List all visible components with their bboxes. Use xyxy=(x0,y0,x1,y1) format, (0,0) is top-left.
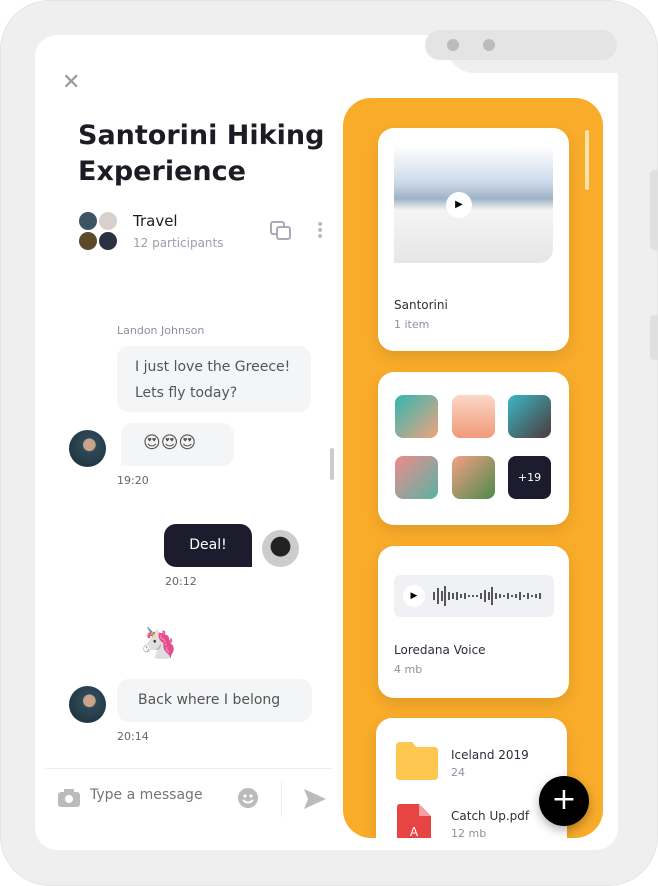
power-button xyxy=(650,315,658,360)
copy-icon[interactable] xyxy=(270,221,292,241)
unicorn-sticker: 🦄 xyxy=(140,626,178,661)
volume-button xyxy=(650,170,658,250)
audio-player[interactable]: ▶ xyxy=(394,575,554,617)
album-card[interactable]: ▶ Santorini 1 item xyxy=(378,128,569,351)
gallery-thumb[interactable] xyxy=(395,395,438,438)
voice-name: Loredana Voice xyxy=(394,643,486,657)
avatar[interactable] xyxy=(69,430,106,467)
sender-name: Landon Johnson xyxy=(117,324,205,337)
message-time: 20:12 xyxy=(165,575,197,588)
participants-count[interactable]: 12 participants xyxy=(133,236,224,250)
file-meta: 24 xyxy=(451,766,465,779)
gallery-thumb[interactable] xyxy=(452,395,495,438)
file-meta: 12 mb xyxy=(451,827,487,838)
sent-bubble: Deal! xyxy=(164,524,252,567)
message-bubble: Back where I belong xyxy=(117,679,312,722)
camera-bar xyxy=(425,30,617,60)
waveform[interactable] xyxy=(432,584,547,608)
gallery-card: +19 xyxy=(378,372,569,525)
files-card: Iceland 2019 24 A Catch Up.pdf 12 mb xyxy=(376,718,567,838)
message-input-bar xyxy=(45,768,332,828)
file-name[interactable]: Catch Up.pdf xyxy=(451,809,529,823)
pdf-icon: A xyxy=(397,804,431,838)
plus-icon: + xyxy=(551,782,577,817)
file-name[interactable]: Iceland 2019 xyxy=(451,748,529,762)
avatar[interactable] xyxy=(69,686,106,723)
panel-scrollbar[interactable] xyxy=(585,130,589,190)
camera-icon[interactable] xyxy=(58,789,80,807)
close-icon[interactable]: ✕ xyxy=(62,70,80,95)
group-name: Travel xyxy=(133,212,178,230)
chat-scrollbar[interactable] xyxy=(330,448,334,480)
message-input[interactable] xyxy=(90,787,230,803)
message-line: I just love the Greece! xyxy=(135,359,291,375)
page-title: Santorini Hiking Experience xyxy=(78,120,325,187)
message-time: 19:20 xyxy=(117,474,149,487)
more-vertical-icon[interactable]: ••• xyxy=(316,218,324,244)
folder-icon xyxy=(396,742,438,780)
message-time: 20:14 xyxy=(117,730,149,743)
album-name: Santorini xyxy=(394,298,448,312)
emoji-bubble: 😍😍😍 xyxy=(121,423,234,466)
more-photos-button[interactable]: +19 xyxy=(508,456,551,499)
send-icon[interactable] xyxy=(304,789,326,809)
svg-text:A: A xyxy=(410,825,419,838)
emoji-icon[interactable] xyxy=(238,788,258,808)
gallery-thumb[interactable] xyxy=(452,456,495,499)
album-thumbnail xyxy=(394,146,553,263)
gallery-thumb[interactable] xyxy=(508,395,551,438)
play-icon[interactable]: ▶ xyxy=(446,192,472,218)
gallery-thumb[interactable] xyxy=(395,456,438,499)
play-icon[interactable]: ▶ xyxy=(403,585,425,607)
media-panel: ▶ Santorini 1 item +19 ▶ Loredana Voice … xyxy=(343,98,603,838)
voice-card: ▶ Loredana Voice 4 mb xyxy=(378,546,569,698)
avatar[interactable] xyxy=(262,530,299,567)
album-count: 1 item xyxy=(394,318,430,331)
voice-size: 4 mb xyxy=(394,663,423,676)
add-button[interactable]: + xyxy=(539,776,589,826)
message-line: Lets fly today? xyxy=(135,385,238,401)
message-bubble: I just love the Greece! Lets fly today? xyxy=(117,346,311,412)
